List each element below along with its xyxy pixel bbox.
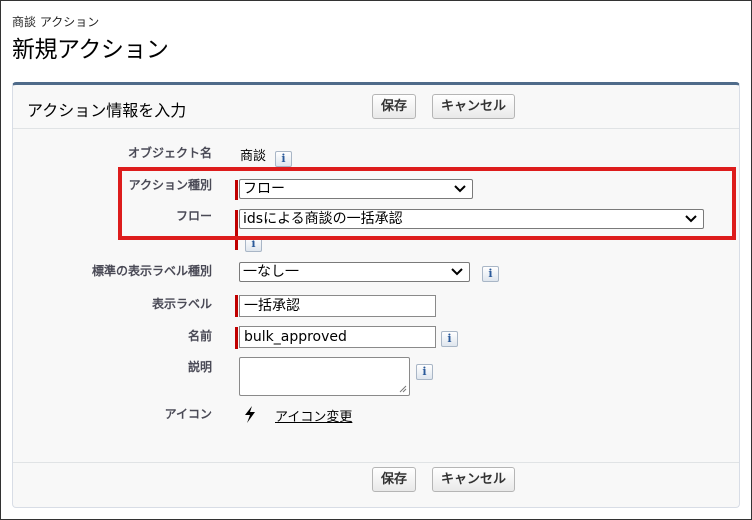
- panel-header: アクション情報を入力 保存 キャンセル: [13, 85, 739, 129]
- icon-label: アイコン: [164, 407, 212, 421]
- panel-title: アクション情報を入力: [27, 101, 187, 120]
- info-icon[interactable]: i: [441, 331, 458, 347]
- object-name-value: 商談: [240, 149, 267, 164]
- save-button-top[interactable]: 保存: [372, 94, 417, 119]
- standard-label-type-select[interactable]: 一なし一: [239, 262, 470, 282]
- highlight-box: [118, 167, 736, 240]
- required-indicator: [235, 327, 238, 349]
- standard-label-type-label: 標準の表示ラベル種別: [91, 264, 212, 278]
- info-icon[interactable]: i: [416, 364, 433, 380]
- display-label-input[interactable]: 一括承認: [239, 295, 436, 317]
- footer-divider: [13, 462, 739, 463]
- resize-handle-icon[interactable]: [399, 385, 407, 393]
- save-button-bottom[interactable]: 保存: [372, 467, 417, 492]
- description-textarea[interactable]: [239, 357, 410, 396]
- info-icon[interactable]: i: [275, 151, 292, 167]
- cancel-button-bottom[interactable]: キャンセル: [432, 467, 516, 492]
- required-indicator: [235, 295, 238, 317]
- info-icon[interactable]: i: [482, 266, 499, 282]
- name-label: 名前: [187, 329, 212, 343]
- standard-label-type-value: 一なし一: [243, 264, 299, 280]
- breadcrumb: 商談 アクション: [12, 15, 100, 29]
- description-label: 説明: [187, 360, 212, 374]
- object-name-label: オブジェクト名: [127, 146, 212, 160]
- change-icon-link[interactable]: アイコン変更: [275, 406, 352, 425]
- cancel-button-top[interactable]: キャンセル: [432, 94, 516, 119]
- display-label-label: 表示ラベル: [151, 297, 212, 311]
- page-title: 新規アクション: [12, 37, 169, 63]
- chevron-down-icon: [451, 263, 463, 276]
- lightning-bolt-icon: [245, 406, 255, 423]
- name-input[interactable]: bulk_approved: [239, 326, 436, 348]
